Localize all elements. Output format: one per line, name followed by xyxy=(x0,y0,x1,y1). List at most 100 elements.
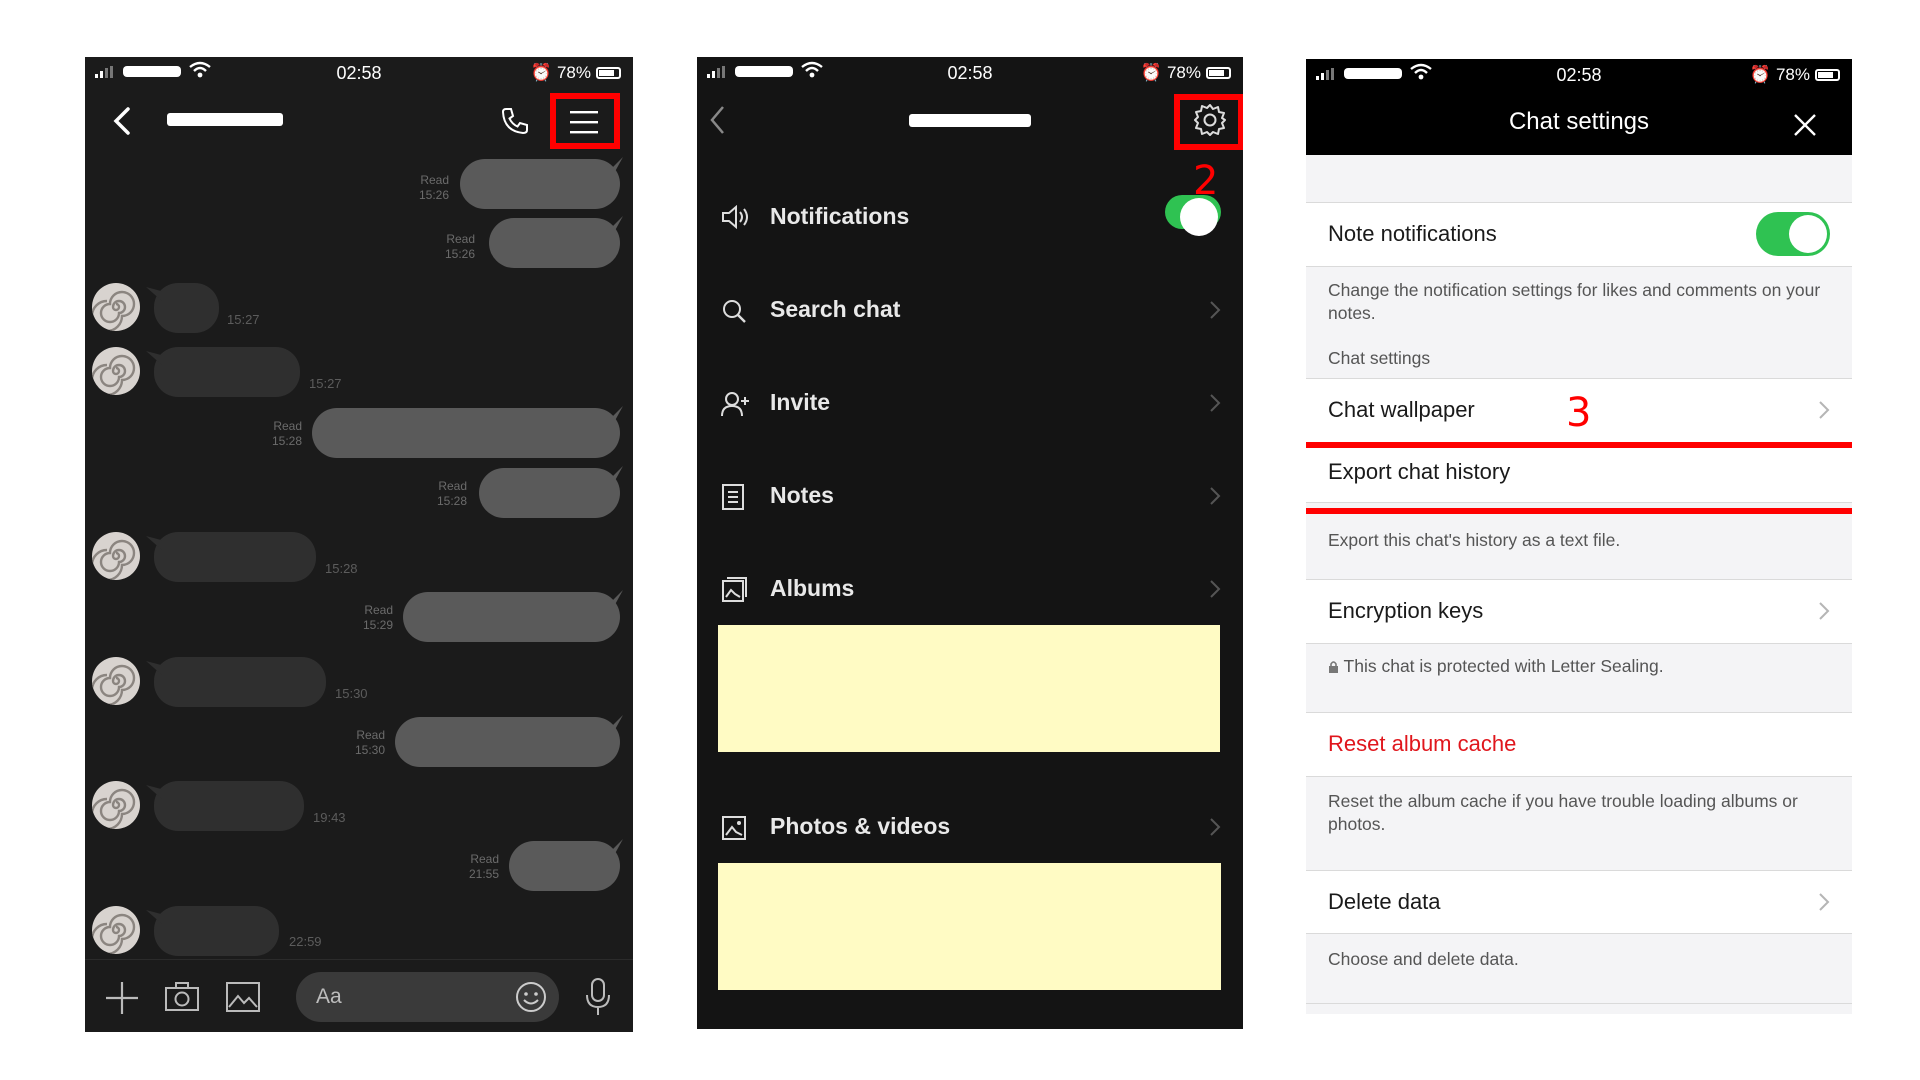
outgoing-message[interactable] xyxy=(312,408,620,458)
avatar[interactable] xyxy=(92,657,140,705)
photo-icon xyxy=(722,816,746,840)
delete-data-row[interactable]: Delete data xyxy=(1306,870,1852,934)
incoming-message[interactable] xyxy=(154,657,326,707)
speaker-icon xyxy=(722,205,748,229)
back-icon[interactable] xyxy=(709,105,725,135)
message-time: 15:26 xyxy=(418,188,449,202)
note-notifications-label: Note notifications xyxy=(1328,221,1497,246)
message-input[interactable]: Aa xyxy=(296,972,559,1022)
avatar[interactable] xyxy=(92,347,140,395)
read-receipt: Read xyxy=(273,419,302,433)
add-user-icon xyxy=(721,392,749,417)
menu-item-search-chat[interactable]: Search chat xyxy=(697,280,1243,340)
chevron-right-icon xyxy=(1210,394,1221,412)
read-receipt: Read xyxy=(420,173,449,187)
albums-redacted-area xyxy=(718,625,1220,752)
note-notifications-description: Change the notification settings for lik… xyxy=(1328,280,1821,323)
message-input-placeholder: Aa xyxy=(316,985,342,1008)
message-time: 15:27 xyxy=(309,376,342,391)
incoming-message[interactable] xyxy=(154,283,219,333)
step1-highlight xyxy=(550,93,620,149)
menu-item-notifications[interactable]: Notifications xyxy=(697,187,1243,247)
step3-label: 3 xyxy=(1566,390,1592,436)
menu-item-label: Notifications xyxy=(770,203,910,229)
microphone-icon[interactable] xyxy=(585,978,611,1016)
incoming-message[interactable] xyxy=(154,906,279,956)
incoming-message[interactable] xyxy=(154,781,304,831)
camera-icon[interactable] xyxy=(165,982,199,1012)
outgoing-message[interactable] xyxy=(460,159,620,209)
outgoing-message[interactable] xyxy=(403,592,620,642)
divider xyxy=(1306,1003,1852,1004)
read-receipt: Read xyxy=(446,232,475,246)
alarm-icon: ⏰ xyxy=(1140,63,1162,82)
incoming-message[interactable] xyxy=(154,347,300,397)
message-time: 15:28 xyxy=(271,434,302,448)
note-notifications-row[interactable]: Note notifications xyxy=(1306,202,1852,267)
incoming-message[interactable] xyxy=(154,532,316,582)
chat-screen: 02:58 ⏰ 78% 1 Read15:26 Read15:26 15:27 … xyxy=(85,57,633,1032)
battery-icon xyxy=(596,67,621,79)
battery-percent: 78% xyxy=(1775,65,1810,84)
image-icon[interactable] xyxy=(226,982,260,1012)
outgoing-message[interactable] xyxy=(479,468,620,518)
chevron-right-icon xyxy=(1210,580,1221,598)
settings-header: Chat settings xyxy=(1306,91,1852,155)
menu-item-albums[interactable]: Albums xyxy=(697,559,1243,619)
note-notifications-toggle[interactable] xyxy=(1756,212,1830,256)
chat-wallpaper-label: Chat wallpaper xyxy=(1328,397,1475,422)
message-time: 15:30 xyxy=(354,743,385,757)
notes-icon xyxy=(722,484,744,510)
emoji-icon[interactable] xyxy=(515,981,547,1013)
message-time: 15:27 xyxy=(227,312,260,327)
encryption-description: This chat is protected with Letter Seali… xyxy=(1343,656,1664,676)
reset-album-cache-row[interactable]: Reset album cache xyxy=(1306,712,1852,777)
menu-item-invite[interactable]: Invite xyxy=(697,373,1243,433)
encryption-keys-row[interactable]: Encryption keys xyxy=(1306,579,1852,644)
chevron-right-icon xyxy=(1819,602,1830,620)
close-icon[interactable] xyxy=(1793,113,1817,137)
plus-icon[interactable] xyxy=(105,981,139,1015)
notifications-toggle[interactable] xyxy=(1165,195,1221,236)
read-receipt: Read xyxy=(470,852,499,866)
chevron-right-icon xyxy=(1210,301,1221,319)
avatar[interactable] xyxy=(92,532,140,580)
composer-bar: Aa xyxy=(85,959,633,1032)
encryption-keys-label: Encryption keys xyxy=(1328,598,1484,623)
step3-highlight xyxy=(1306,442,1852,514)
menu-item-photos-videos[interactable]: Photos & videos xyxy=(697,797,1243,857)
chevron-right-icon xyxy=(1819,401,1830,419)
chevron-right-icon xyxy=(1210,818,1221,836)
message-time: 15:30 xyxy=(335,686,368,701)
read-receipt: Read xyxy=(438,479,467,493)
outgoing-message[interactable] xyxy=(395,717,620,767)
phone-icon[interactable] xyxy=(500,106,530,136)
avatar[interactable] xyxy=(92,906,140,954)
alarm-icon: ⏰ xyxy=(1749,65,1771,84)
message-time: 15:28 xyxy=(325,561,358,576)
contact-name-redacted xyxy=(909,114,1031,127)
battery-icon xyxy=(1206,67,1231,79)
back-icon[interactable] xyxy=(113,107,131,135)
battery-percent: 78% xyxy=(556,63,591,82)
avatar[interactable] xyxy=(92,781,140,829)
delete-data-label: Delete data xyxy=(1328,889,1441,914)
menu-item-notes[interactable]: Notes xyxy=(697,466,1243,526)
chevron-right-icon xyxy=(1819,893,1830,911)
avatar[interactable] xyxy=(92,283,140,331)
menu-item-label: Notes xyxy=(770,482,834,508)
step2-highlight xyxy=(1174,94,1243,150)
reset-album-cache-label: Reset album cache xyxy=(1328,731,1517,756)
chat-settings-screen: 02:58 ⏰ 78% Chat settings Note notificat… xyxy=(1306,59,1852,1014)
outgoing-message[interactable] xyxy=(489,218,620,268)
lock-icon xyxy=(1329,661,1338,673)
message-time: 15:26 xyxy=(444,247,475,261)
status-bar: 02:58 ⏰ 78% xyxy=(85,57,633,89)
menu-item-label: Photos & videos xyxy=(770,813,951,839)
menu-item-label: Search chat xyxy=(770,296,901,322)
chat-menu-screen: 02:58 ⏰ 78% 2 Notifications Search chat … xyxy=(697,57,1243,1029)
alarm-icon: ⏰ xyxy=(530,63,552,82)
outgoing-message[interactable] xyxy=(509,841,620,891)
reset-description: Reset the album cache if you have troubl… xyxy=(1328,791,1798,834)
read-receipt: Read xyxy=(364,603,393,617)
